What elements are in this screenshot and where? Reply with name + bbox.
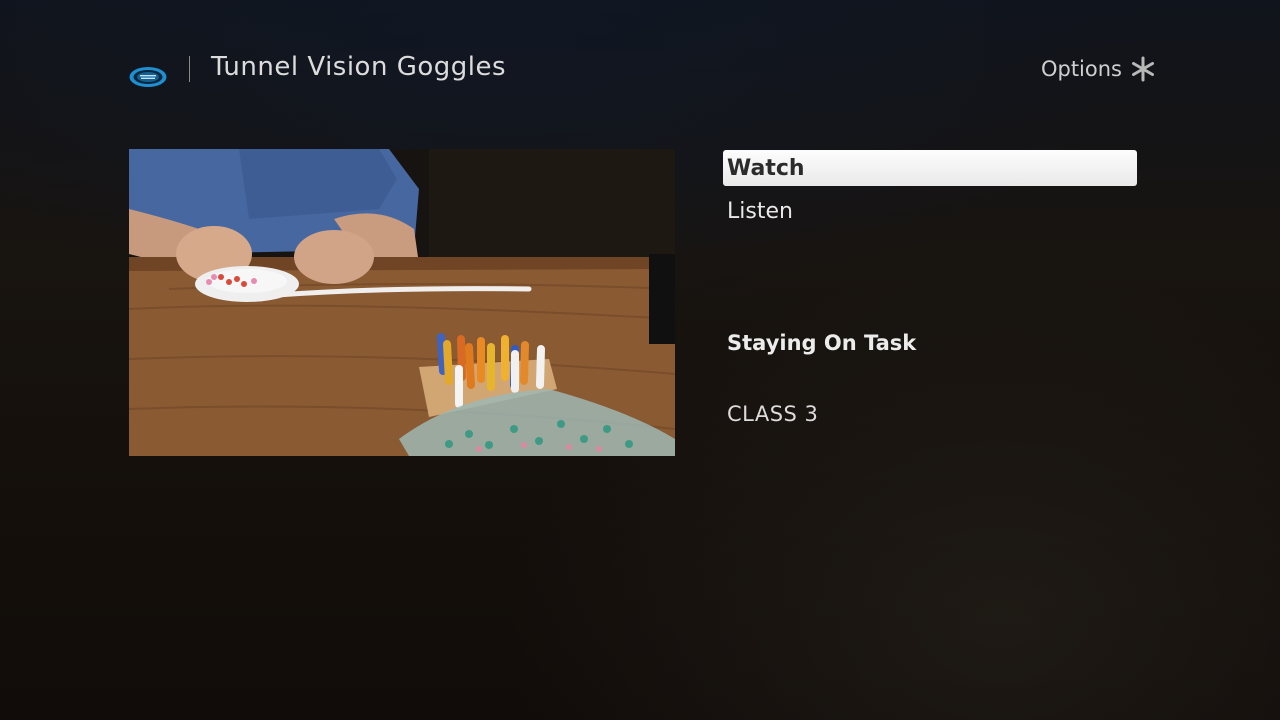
episode-thumbnail [129, 149, 675, 456]
channel-title: Tunnel Vision Goggles [211, 52, 507, 82]
action-menu: Watch Listen [723, 150, 1137, 229]
tunnel-vision-logo-icon [128, 64, 168, 90]
asterisk-icon [1130, 56, 1156, 82]
header: Tunnel Vision Goggles Options [0, 0, 1280, 130]
episode-subtitle: CLASS 3 [727, 402, 819, 426]
watch-button[interactable]: Watch [723, 150, 1137, 186]
options-button[interactable]: Options [1041, 56, 1156, 82]
listen-button[interactable]: Listen [723, 193, 1137, 229]
header-divider [189, 56, 190, 82]
episode-title: Staying On Task [727, 331, 917, 355]
options-label: Options [1040, 57, 1122, 81]
